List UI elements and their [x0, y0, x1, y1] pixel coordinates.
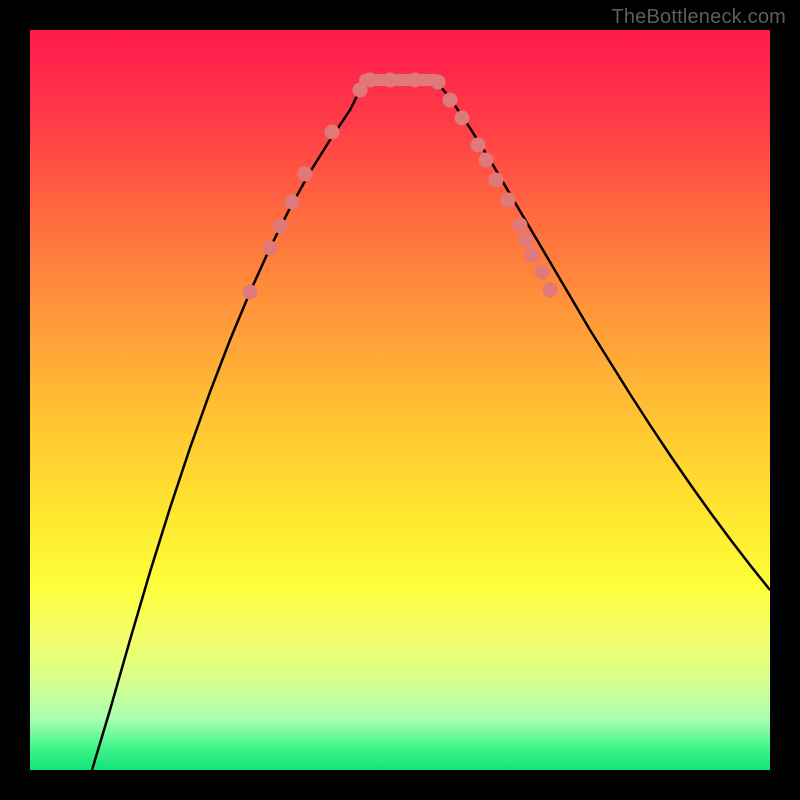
chart-frame: [30, 30, 770, 770]
data-dot: [519, 233, 534, 248]
data-dot: [535, 265, 550, 280]
data-dots: [243, 73, 558, 300]
data-dot: [501, 193, 516, 208]
data-dot: [543, 283, 558, 298]
data-dot: [525, 248, 540, 263]
data-dot: [325, 125, 340, 140]
data-dot: [298, 167, 313, 182]
watermark-text: TheBottleneck.com: [611, 6, 786, 29]
data-dot: [408, 73, 423, 88]
curve-left: [92, 80, 365, 770]
data-dot: [471, 138, 486, 153]
data-dot: [479, 153, 494, 168]
chart-svg: [30, 30, 770, 770]
data-dot: [273, 219, 288, 234]
data-dot: [443, 93, 458, 108]
data-dot: [263, 241, 278, 256]
data-dot: [363, 73, 378, 88]
data-dot: [285, 195, 300, 210]
data-dot: [431, 75, 446, 90]
data-dot: [489, 173, 504, 188]
data-dot: [243, 285, 258, 300]
data-dot: [383, 73, 398, 88]
data-dot: [455, 111, 470, 126]
data-dot: [513, 218, 528, 233]
